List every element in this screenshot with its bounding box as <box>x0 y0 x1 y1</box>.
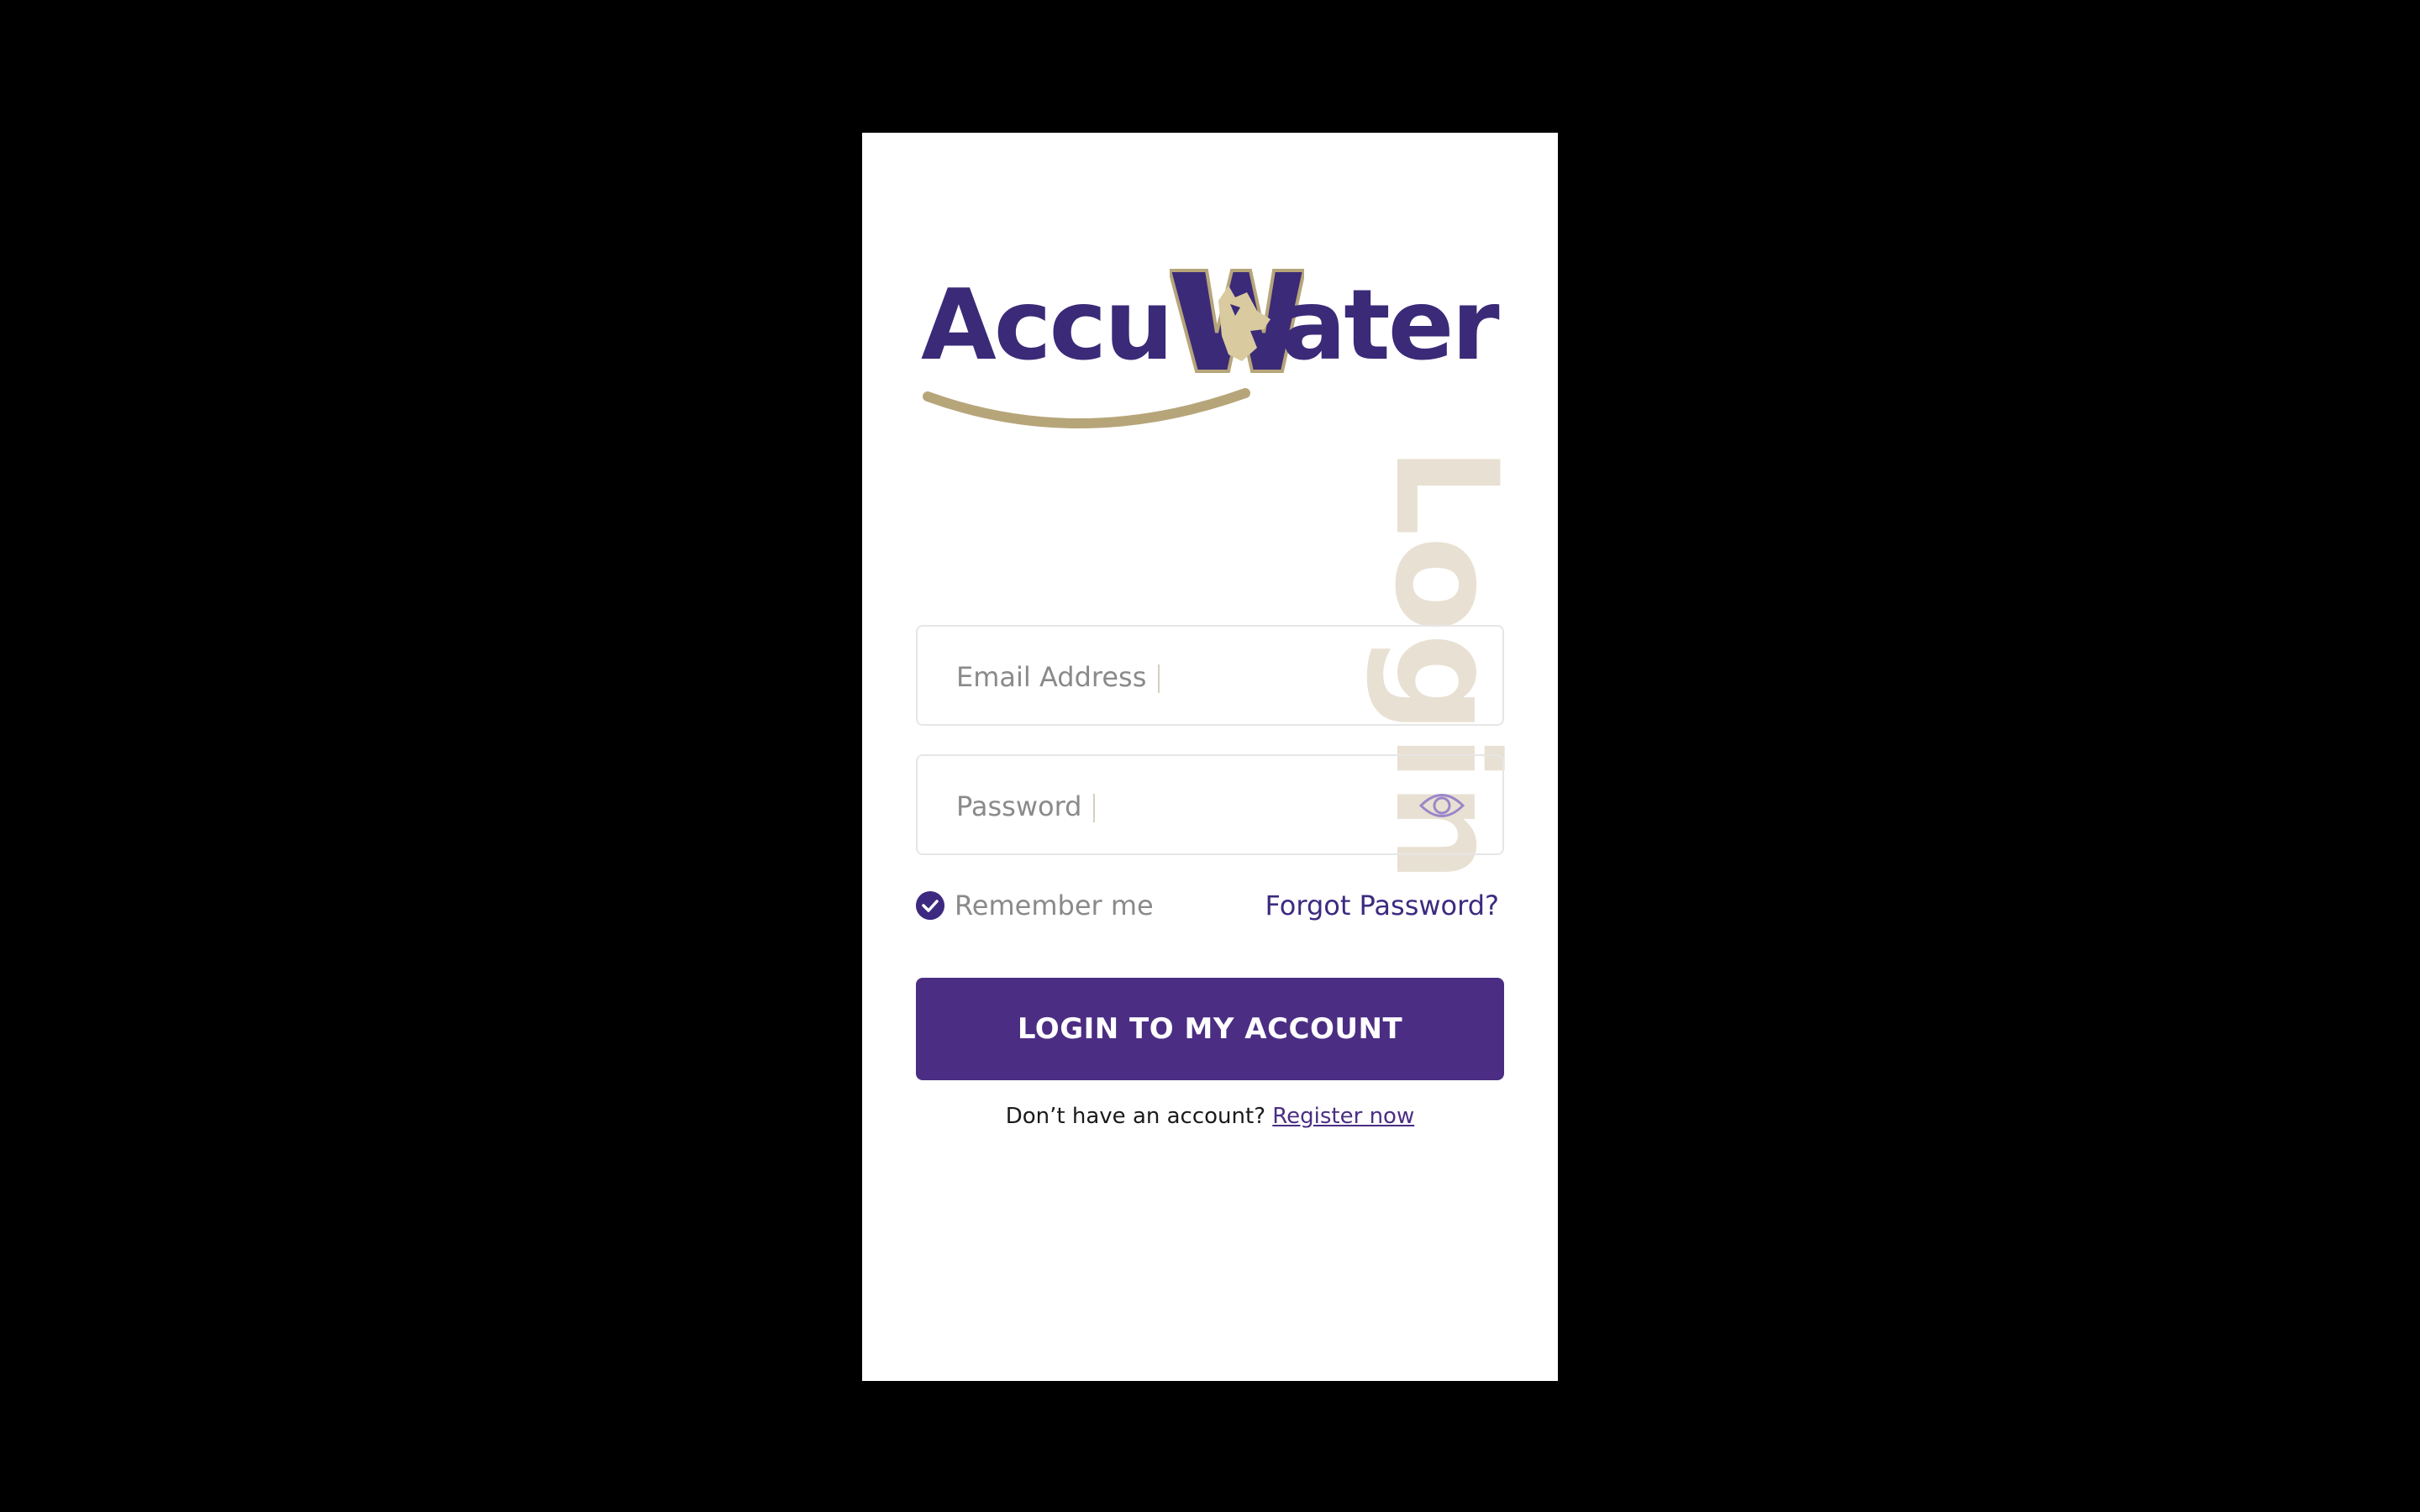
login-button-label: LOGIN TO MY ACCOUNT <box>1017 1012 1403 1046</box>
remember-me-label: Remember me <box>955 890 1154 921</box>
accuwater-logo: Accu ater <box>921 267 1526 444</box>
text-caret <box>1158 664 1160 693</box>
login-screen: Accu ater Login Email Address Password R… <box>862 133 1558 1381</box>
email-placeholder: Email Address <box>956 660 1160 694</box>
password-placeholder: Password <box>956 790 1096 823</box>
logo-text-ater: ater <box>1281 269 1500 382</box>
logo-text-accu: Accu <box>921 269 1174 382</box>
text-caret <box>1093 794 1096 822</box>
login-button[interactable]: LOGIN TO MY ACCOUNT <box>916 978 1504 1080</box>
register-now-link[interactable]: Register now <box>1272 1104 1414 1129</box>
register-prompt-text: Don’t have an account? <box>1005 1104 1265 1129</box>
remember-me-checkbox[interactable]: Remember me <box>916 887 1154 924</box>
checkmark-icon <box>916 891 944 920</box>
register-prompt: Don’t have an account? Register now <box>916 1104 1504 1129</box>
eye-icon[interactable] <box>1418 790 1465 822</box>
forgot-password-link[interactable]: Forgot Password? <box>1265 887 1500 924</box>
password-field[interactable]: Password <box>916 754 1504 855</box>
email-field[interactable]: Email Address <box>916 625 1504 726</box>
logo-swoosh <box>923 388 1250 428</box>
